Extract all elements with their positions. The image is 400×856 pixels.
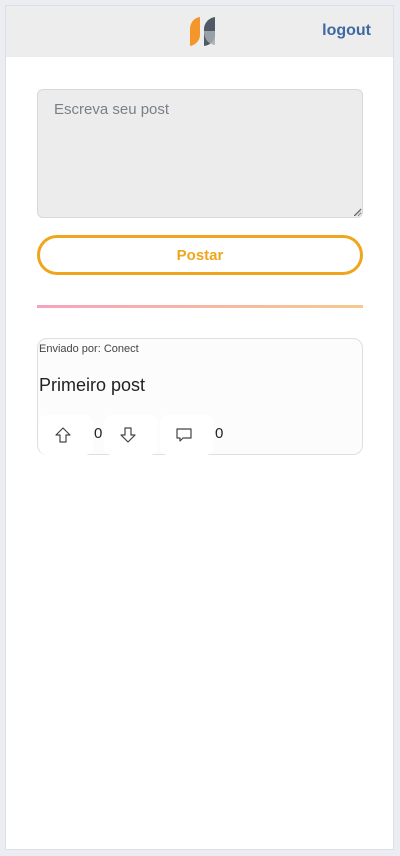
post-input[interactable]	[37, 89, 363, 218]
logout-link[interactable]: logout	[322, 22, 371, 40]
post-sender: Enviado por: Conect	[39, 343, 139, 355]
arrow-down-icon	[120, 427, 136, 443]
comment-count: 0	[215, 425, 224, 442]
arrow-up-icon	[55, 427, 71, 443]
vote-count: 0	[94, 425, 103, 442]
post-button[interactable]: Postar	[37, 235, 363, 275]
upvote-button[interactable]	[39, 415, 93, 455]
gradient-divider	[37, 305, 363, 308]
conect-logo-icon	[190, 17, 215, 46]
downvote-button[interactable]	[104, 415, 158, 455]
top-bar: logout	[6, 6, 393, 57]
app-frame: logout Postar Enviado por: Conect Primei…	[5, 5, 394, 850]
post-text: Primeiro post	[39, 375, 146, 395]
comment-icon	[176, 428, 192, 442]
comment-button[interactable]	[160, 415, 214, 455]
post-card: Enviado por: Conect Primeiro post 0 0	[37, 338, 363, 455]
